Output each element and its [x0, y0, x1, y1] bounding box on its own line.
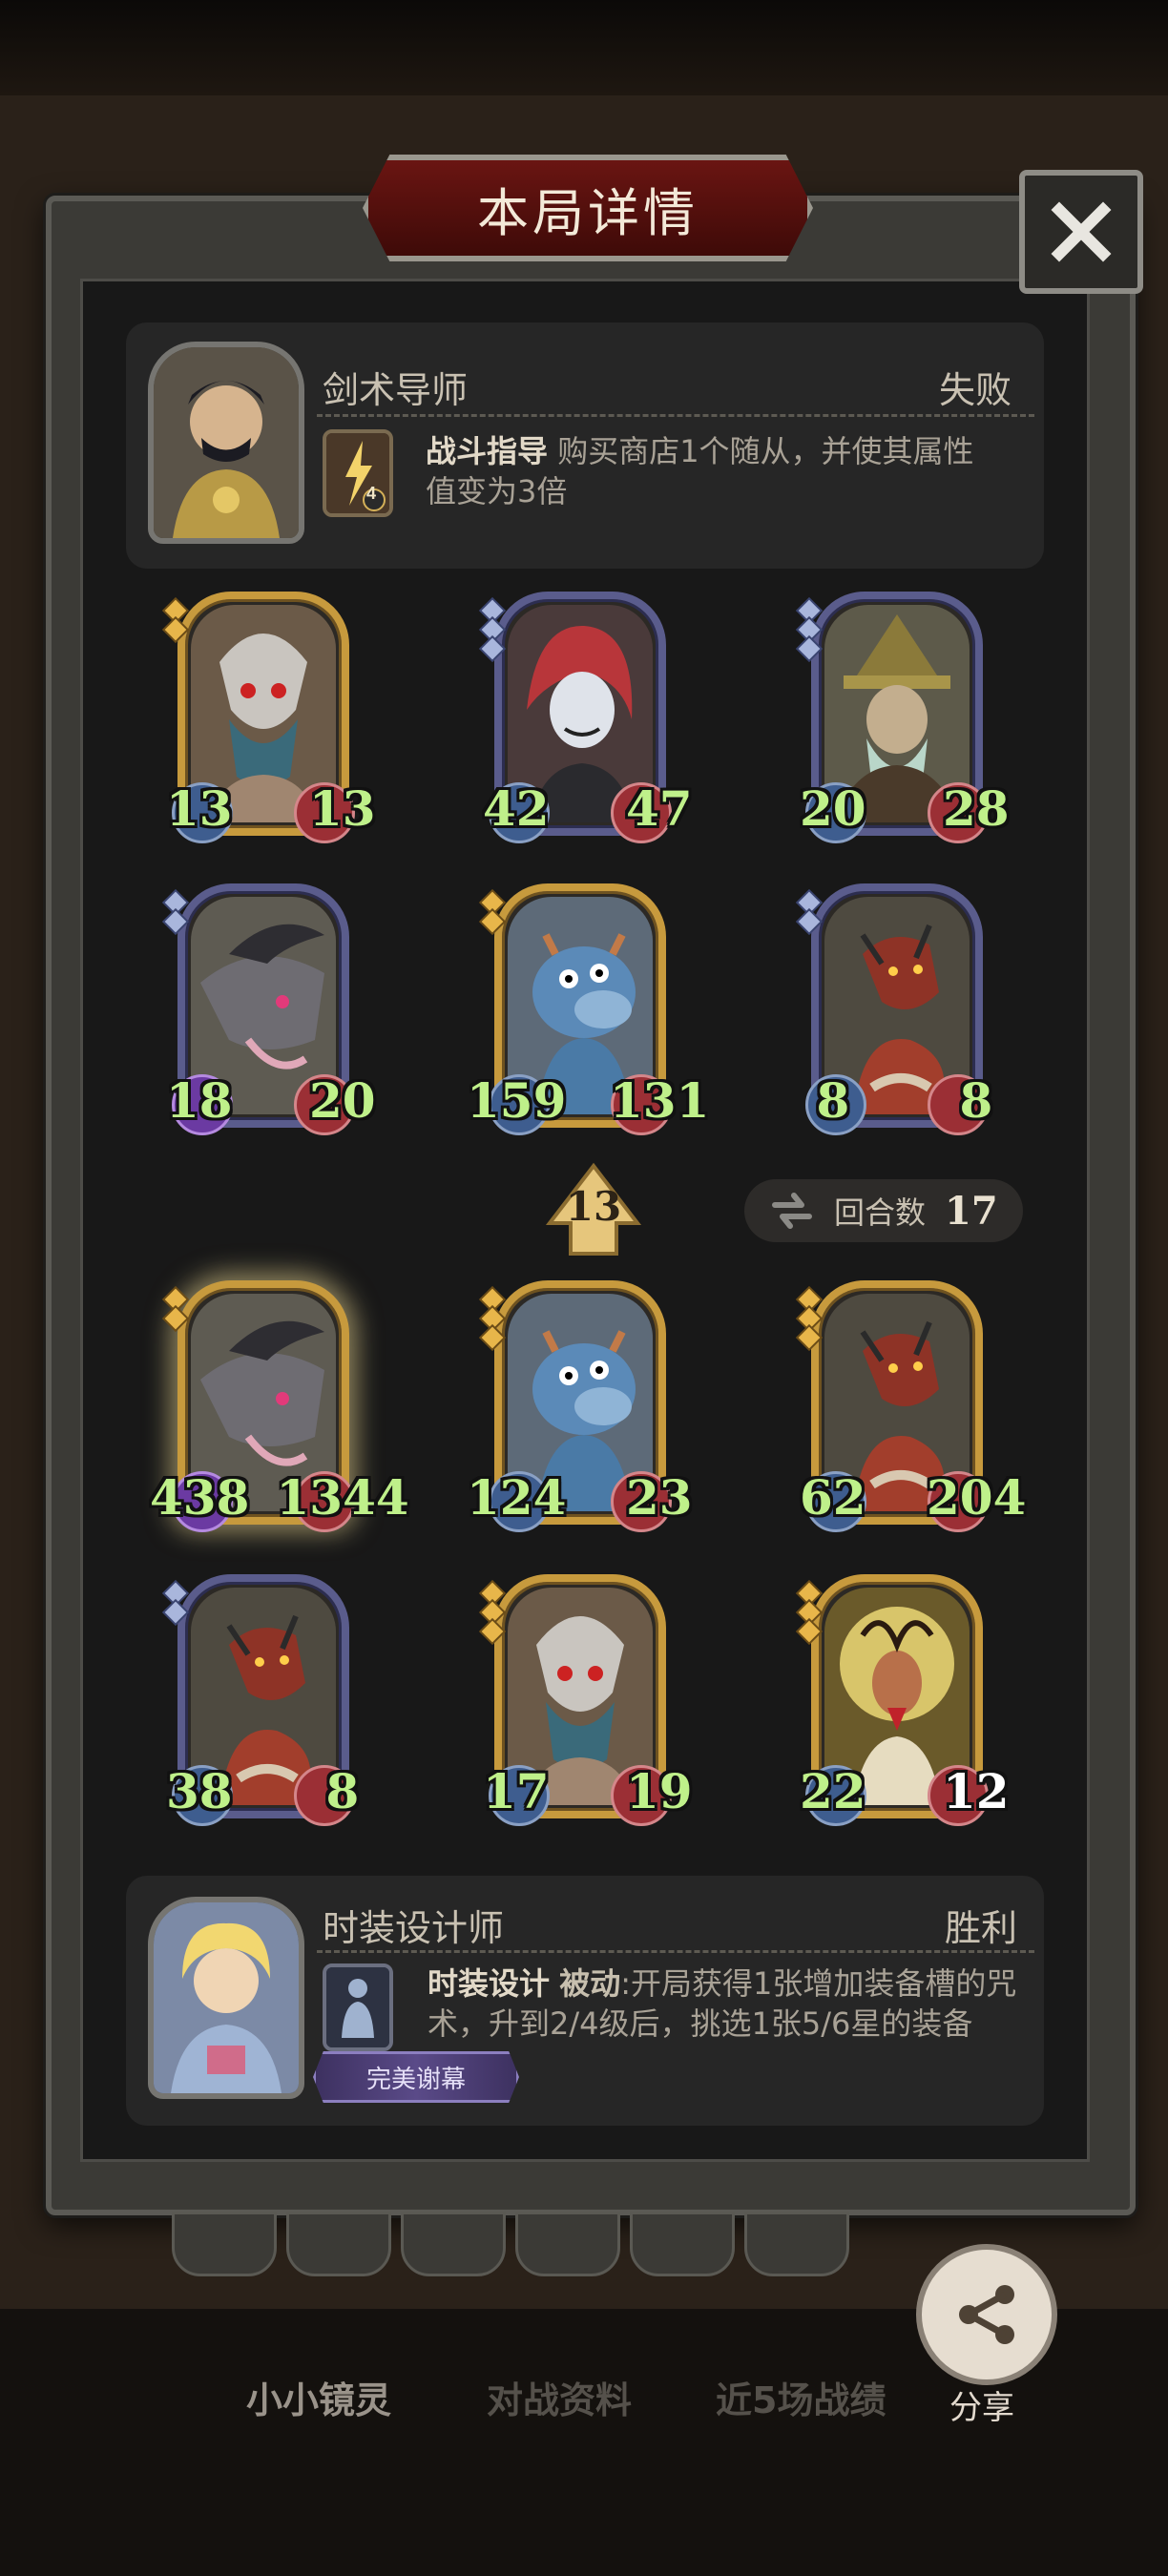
- enemy-unit-card[interactable]: 159 131: [467, 883, 709, 1135]
- player-skill-description: 时装设计 被动:开局获得1张增加装备槽的咒 术，升到2/4级后，挑选1张5/6星…: [428, 1963, 1029, 2044]
- round-label: 回合数: [834, 1195, 927, 1231]
- tab-mirror-spirit[interactable]: 小小镜灵: [246, 2371, 391, 2423]
- star-rank-icon: [164, 1582, 189, 1624]
- unit-attack: 17: [483, 1763, 550, 1819]
- player-skill-text-2: 术，升到2/4级后，挑选1张5/6星的装备: [428, 2005, 973, 2042]
- unit-attack: 18: [166, 1072, 233, 1129]
- team-slot[interactable]: [172, 2212, 277, 2276]
- unit-attack: 22: [800, 1763, 866, 1819]
- star-rank-icon: [481, 1582, 506, 1643]
- star-rank-icon: [481, 599, 506, 660]
- enemy-unit-card[interactable]: 88: [798, 883, 992, 1135]
- unit-health: 20: [309, 1072, 376, 1129]
- player-skill-icon[interactable]: [323, 1963, 393, 2051]
- team-strip: [172, 2212, 897, 2276]
- lightning-icon: [326, 433, 389, 513]
- star-rank-icon: [481, 891, 506, 933]
- turn-marker-value: 13: [565, 1183, 622, 1230]
- star-rank-icon: [164, 599, 189, 641]
- unit-attack: 8: [816, 1072, 850, 1129]
- star-rank-icon: [798, 599, 823, 660]
- opponent-name: 剑术导师: [323, 369, 469, 411]
- close-icon: [1051, 201, 1112, 262]
- swap-icon: [772, 1193, 812, 1229]
- opponent-skill-text-2: 值变为3倍: [426, 473, 568, 509]
- dialog-title: 本局详情: [477, 182, 699, 243]
- share-label: 分享: [949, 2389, 1014, 2427]
- player-skill-text-1: :开局获得1张增加装备槽的咒: [620, 1965, 1017, 2002]
- share-button[interactable]: [916, 2244, 1057, 2385]
- enemy-unit-card[interactable]: 18 20: [164, 883, 376, 1135]
- unit-attack: 13: [166, 780, 233, 837]
- unit-health: 8: [325, 1763, 360, 1819]
- skill-level: 4: [366, 484, 377, 503]
- team-slot[interactable]: [286, 2212, 391, 2276]
- star-rank-icon: [164, 1288, 189, 1330]
- team-slot[interactable]: [744, 2212, 849, 2276]
- unit-health: 1344: [276, 1469, 409, 1526]
- unit-attack: 20: [800, 780, 866, 837]
- player-skill-name: 时装设计: [428, 1965, 551, 2002]
- player-unit-card[interactable]: 22 12: [798, 1574, 1010, 1826]
- team-slot[interactable]: [515, 2212, 620, 2276]
- unit-health: 8: [959, 1072, 993, 1129]
- opponent-skill-icon[interactable]: [323, 429, 393, 517]
- unit-health: 12: [943, 1763, 1010, 1819]
- player-unit-card[interactable]: 124 23: [467, 1280, 693, 1532]
- tab-battle-info[interactable]: 对战资料: [487, 2371, 632, 2423]
- team-slot[interactable]: [630, 2212, 735, 2276]
- star-rank-icon: [798, 1288, 823, 1349]
- player-result: 胜利: [945, 1907, 1018, 1949]
- share-icon: [959, 2285, 1014, 2344]
- team-slot[interactable]: [401, 2212, 506, 2276]
- star-rank-icon: [481, 1288, 506, 1349]
- unit-attack: 438: [150, 1469, 250, 1526]
- opponent-skill-description: 战斗指导 购买商店1个随从，并使其属性 值变为3倍: [426, 431, 1027, 511]
- player-title-tag: 完美谢幕: [313, 2051, 519, 2103]
- close-button[interactable]: [1019, 170, 1143, 294]
- player-unit-card[interactable]: 62 204: [798, 1280, 1026, 1532]
- unit-attack: 62: [800, 1469, 866, 1526]
- divider: [317, 414, 1034, 417]
- player-unit-card[interactable]: 17 19: [481, 1574, 693, 1826]
- opponent-skill-name: 战斗指导: [426, 433, 549, 469]
- player-skill-passive: 被动: [559, 1965, 621, 2002]
- unit-health: 28: [943, 780, 1010, 837]
- unit-attack: 159: [467, 1072, 567, 1129]
- player-unit-card[interactable]: 438 1344: [150, 1280, 409, 1532]
- unit-attack: 38: [166, 1763, 233, 1819]
- round-value: 17: [945, 1188, 998, 1234]
- unit-health: 131: [610, 1072, 710, 1129]
- enemy-unit-card[interactable]: 13 13: [164, 592, 376, 843]
- opponent-skill-text-1: 购买商店1个随从，并使其属性: [557, 433, 974, 469]
- unit-health: 47: [626, 780, 693, 837]
- divider: [317, 1950, 1034, 1953]
- tab-recent-matches[interactable]: 近5场战绩: [716, 2371, 886, 2423]
- player-unit-card[interactable]: 38 8: [164, 1574, 359, 1826]
- unit-attack: 42: [483, 780, 550, 837]
- dialog-title-plate: 本局详情: [363, 155, 813, 261]
- unit-health: 13: [309, 780, 376, 837]
- enemy-unit-card[interactable]: 20 28: [798, 592, 1010, 843]
- opponent-portrait: [148, 342, 304, 544]
- mannequin-icon: [326, 1967, 389, 2047]
- star-rank-icon: [798, 1582, 823, 1643]
- player-portrait: [148, 1897, 304, 2099]
- unit-health: 204: [927, 1469, 1027, 1526]
- unit-health: 23: [626, 1469, 693, 1526]
- unit-health: 19: [626, 1763, 693, 1819]
- unit-attack: 124: [467, 1469, 567, 1526]
- opponent-result: 失败: [939, 369, 1012, 411]
- round-counter: 回合数 17: [744, 1179, 1023, 1242]
- player-name: 时装设计师: [323, 1907, 505, 1949]
- star-rank-icon: [798, 891, 823, 933]
- enemy-unit-card[interactable]: 42 47: [481, 592, 693, 843]
- star-rank-icon: [164, 891, 189, 933]
